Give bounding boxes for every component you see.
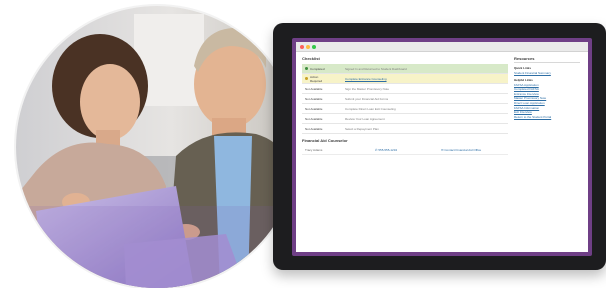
browser-window: Checklist Completed Signed In and Return… [296,42,588,252]
counselor-title: Financial Aid Counselor [302,138,348,143]
checklist-row: Not Available Review Your Loan Agreement [302,114,508,124]
checklist-row: Completed Signed In and Returned to Stud… [302,64,508,74]
resources-group-label: Helpful Links [514,77,533,82]
task-link[interactable]: Complete Entrance Counseling [331,77,508,81]
status-label: Not Available [305,116,323,121]
phone-number: 555-555-1234 [378,148,398,152]
status-label: Not Available [305,126,323,131]
status-label: Not Available [305,86,323,91]
checklist-row: Not Available Submit your Financial Aid … [302,94,508,104]
warning-icon [305,77,308,80]
browser-titlebar [296,42,588,52]
minimize-window-button[interactable] [306,44,310,49]
close-window-button[interactable] [300,44,304,49]
task-description: Signed In and Returned to Student Dashbo… [345,66,407,71]
checklist-title: Checklist [302,56,320,61]
resources-sidebar: Resources Quick Links Student Financial … [514,56,580,119]
checklist-row: Action Required Complete Entrance Counse… [302,74,508,84]
task-description: Complete Direct Loan Exit Counseling [345,106,396,111]
resource-link[interactable]: Return to the Student Portal [514,115,580,120]
resources-title: Resources [514,56,580,63]
status-label: Completed [310,66,325,71]
checklist-row: Not Available Complete Direct Loan Exit … [302,104,508,114]
task-description: Submit your Financial Aid Forms [345,96,389,101]
resources-group-label: Quick Links [514,66,532,70]
task-description: Select a Repayment Plan [345,126,379,131]
checklist-row: Not Available Select a Repayment Plan [302,124,508,134]
counselor-name: Tracy Adams [305,148,323,152]
counselor-email-link[interactable]: ✉ Contact Financial Aid Office [441,148,508,152]
status-label: Not Available [305,96,323,101]
tablet-device: Checklist Completed Signed In and Return… [273,23,606,270]
counselor-phone-link[interactable]: ✆ 555-555-1234 [375,148,441,152]
hero-photo [16,6,298,288]
counselor-section: Financial Aid Counselor Tracy Adams ✆ 55… [302,138,508,155]
task-description: Sign the Master Promissory Note [345,86,390,91]
resource-link[interactable]: Student Financial Summary [514,71,580,76]
task-description: Review Your Loan Agreement [345,116,385,121]
checklist-panel: Checklist Completed Signed In and Return… [302,56,508,155]
zoom-window-button[interactable] [312,44,316,49]
status-label: Action Required [309,74,323,83]
checklist-row: Not Available Sign the Master Promissory… [302,84,508,94]
status-label: Not Available [305,106,323,111]
checkmark-icon [305,67,308,70]
counselor-row: Tracy Adams ✆ 555-555-1234 ✉ Contact Fin… [302,146,508,155]
email-label: Contact Financial Aid Office [444,148,482,152]
tablet-screen: Checklist Completed Signed In and Return… [292,38,592,256]
